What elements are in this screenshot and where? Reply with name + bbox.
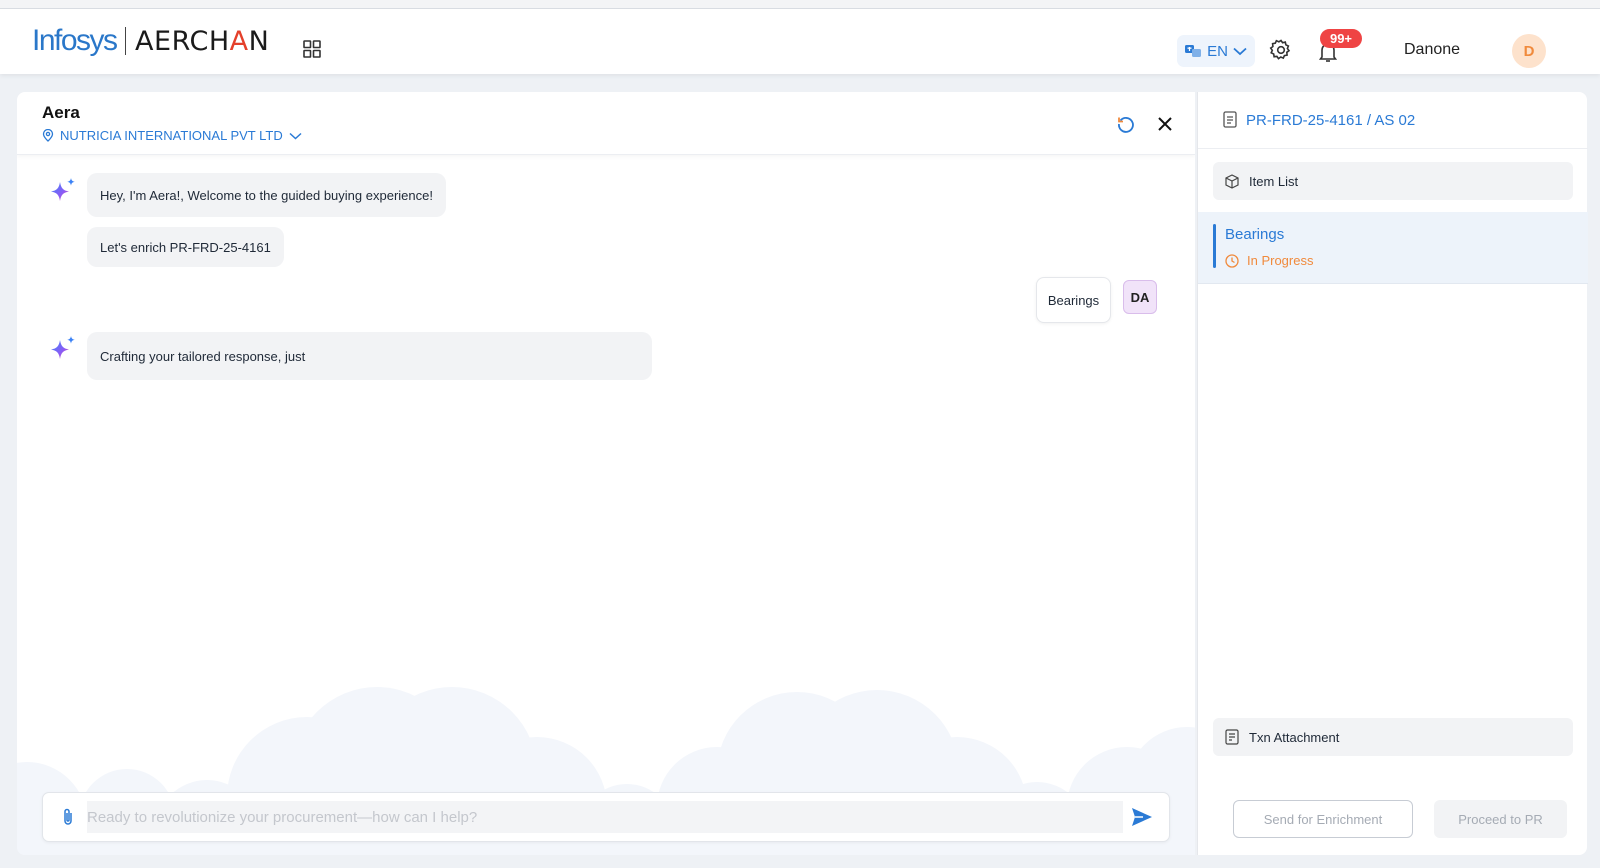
language-code: EN [1207, 42, 1228, 60]
aera-sparkle-icon [51, 178, 75, 201]
send-for-enrichment-button[interactable]: Send for Enrichment [1233, 800, 1413, 838]
chat-header: Aera NUTRICIA INTERNATIONAL PVT LTD [17, 92, 1195, 155]
logo-divider [124, 27, 127, 55]
organization-selector[interactable]: NUTRICIA INTERNATIONAL PVT LTD [42, 128, 302, 143]
pr-header: PR-FRD-25-4161 / AS 02 [1198, 92, 1588, 149]
grid-icon[interactable] [303, 40, 321, 58]
organization-name: NUTRICIA INTERNATIONAL PVT LTD [60, 128, 283, 143]
paperclip-icon[interactable] [61, 807, 75, 827]
language-selector[interactable]: EN [1177, 35, 1255, 67]
item-entry-bearings[interactable]: Bearings In Progress [1198, 212, 1588, 284]
assistant-title: Aera [42, 103, 80, 122]
item-list-label: Item List [1249, 173, 1299, 189]
clock-icon [1225, 253, 1239, 268]
bot-message: Let's enrich PR-FRD-25-4161 [87, 227, 284, 267]
bot-message: Hey, I'm Aera!, Welcome to the guided bu… [87, 173, 446, 217]
txn-attachment-button[interactable]: Txn Attachment [1213, 718, 1573, 756]
item-status-text: In Progress [1247, 253, 1314, 268]
refresh-icon[interactable] [1116, 114, 1136, 134]
item-list-button[interactable]: Item List [1213, 162, 1573, 200]
document-icon [1223, 111, 1237, 128]
chat-message-input[interactable] [87, 801, 1123, 833]
selected-indicator [1213, 224, 1216, 268]
attachment-document-icon [1225, 729, 1239, 745]
app-header: Infosys AERCHAN EN 99+ Danone D [0, 9, 1600, 74]
user-avatar[interactable]: D [1512, 34, 1546, 68]
translate-icon [1185, 44, 1202, 57]
pr-side-panel: PR-FRD-25-4161 / AS 02 Item List Bearing… [1197, 92, 1588, 855]
chevron-down-icon [1233, 47, 1247, 55]
chat-panel: Aera NUTRICIA INTERNATIONAL PVT LTD Hey,… [17, 92, 1195, 855]
item-status: In Progress [1225, 253, 1313, 268]
chevron-down-icon [289, 132, 302, 140]
bot-message: Crafting your tailored response, just [87, 332, 652, 380]
user-name[interactable]: Danone [1404, 41, 1460, 59]
send-icon[interactable] [1131, 807, 1153, 827]
proceed-to-pr-button[interactable]: Proceed to PR [1434, 800, 1567, 838]
user-message: Bearings [1036, 277, 1111, 323]
item-name: Bearings [1225, 226, 1285, 243]
chat-input-box [42, 792, 1170, 842]
cube-icon [1225, 173, 1239, 189]
aerchain-logo-text: AERCHAN [135, 25, 270, 57]
settings-gear-icon[interactable] [1269, 38, 1293, 62]
notification-count-badge: 99+ [1320, 29, 1362, 48]
logo: Infosys AERCHAN [32, 23, 269, 59]
pr-number-link[interactable]: PR-FRD-25-4161 / AS 02 [1246, 112, 1415, 129]
user-initials-avatar: DA [1123, 280, 1157, 314]
location-pin-icon [42, 129, 54, 142]
aera-sparkle-icon [51, 336, 75, 359]
infosys-logo-text: Infosys [32, 24, 118, 57]
window-top-strip [0, 0, 1600, 9]
txn-attachment-label: Txn Attachment [1249, 729, 1340, 745]
close-icon[interactable] [1155, 114, 1175, 134]
